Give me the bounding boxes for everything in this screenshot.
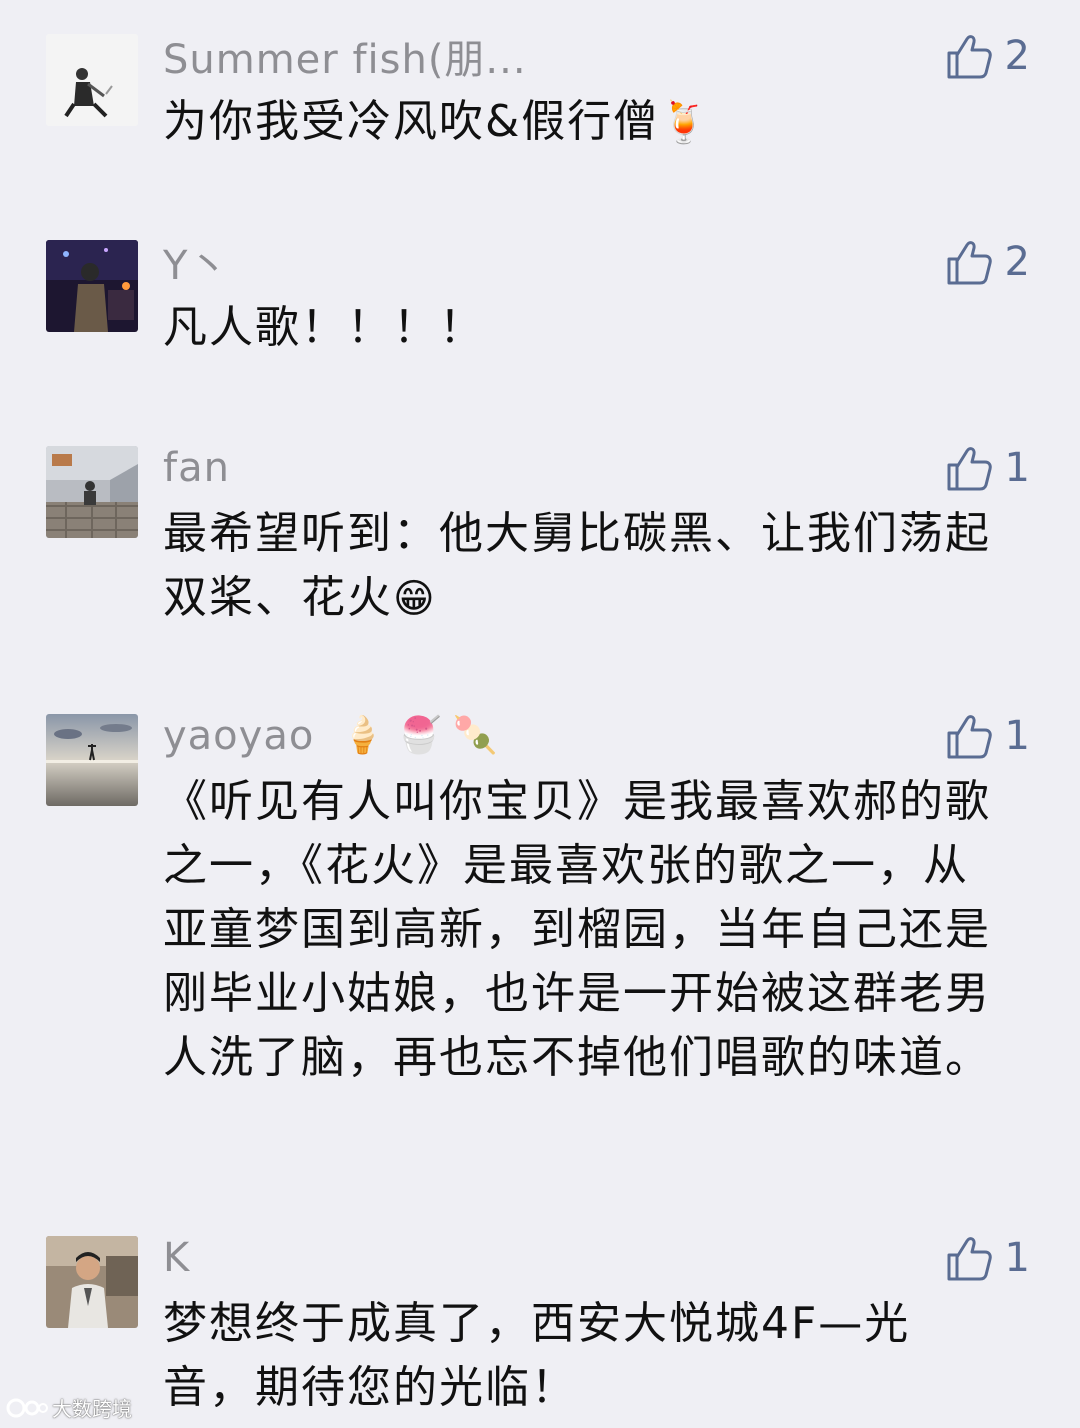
avatar[interactable]: [46, 34, 138, 126]
like-button[interactable]: 1: [943, 708, 1030, 764]
like-count: 2: [1004, 33, 1030, 79]
avatar-image: [46, 240, 138, 332]
watermark: 大数跨境: [6, 1393, 132, 1422]
like-count: 1: [1004, 445, 1030, 491]
thumbs-up-icon: [947, 1237, 992, 1281]
comment-body: 梦想终于成真了，西安大悦城4F—光音，期待您的光临！: [163, 1298, 911, 1413]
avatar-image: [46, 446, 138, 538]
name-row: yaoyao 🍦 🍧 🍡: [163, 713, 498, 759]
comment-text: 最希望听到：他大舅比碳黑、让我们荡起双桨、花火😁: [163, 502, 993, 631]
like-button[interactable]: 2: [943, 28, 1030, 84]
avatar[interactable]: [46, 240, 138, 332]
comment-body: 为你我受冷风吹&假行僧: [163, 96, 660, 147]
like-count: 1: [1004, 713, 1030, 759]
like-button[interactable]: 1: [943, 440, 1030, 496]
comment-body: 《听见有人叫你宝贝》是我最喜欢郝的歌之一，《花火》是最喜欢张的歌之一，从亚童梦国…: [163, 776, 991, 1083]
grin-emoji-icon: 😁: [393, 576, 437, 622]
thumbs-up-icon: [947, 35, 992, 79]
name-row: fan: [163, 445, 230, 491]
avatar[interactable]: [46, 446, 138, 538]
thumbs-up-icon: [947, 447, 992, 491]
username[interactable]: yaoyao: [163, 713, 314, 759]
name-row: Y丶: [163, 240, 229, 289]
avatar[interactable]: [46, 714, 138, 806]
comment-text: 凡人歌！！！！: [163, 296, 993, 360]
comment-text: 为你我受冷风吹&假行僧🍹: [163, 90, 993, 155]
username[interactable]: Y丶: [163, 233, 229, 291]
like-count: 2: [1004, 239, 1030, 285]
comment-body: 凡人歌！！！！: [163, 302, 485, 353]
username[interactable]: K: [163, 1235, 190, 1281]
username[interactable]: fan: [163, 445, 230, 491]
food-emoji-icon: 🍦 🍧 🍡: [340, 715, 498, 756]
drink-emoji-icon: 🍹: [659, 100, 712, 146]
watermark-text: 大数跨境: [52, 1397, 132, 1421]
avatar[interactable]: [46, 1236, 138, 1328]
name-row: Summer fish(朋...: [163, 34, 527, 83]
watermark-logo-icon: [6, 1398, 48, 1417]
comment-text: 《听见有人叫你宝贝》是我最喜欢郝的歌之一，《花火》是最喜欢张的歌之一，从亚童梦国…: [163, 770, 993, 1090]
avatar-image: [46, 1236, 138, 1328]
comments-page: { "comments": [ { "name": "Summer fish(朋…: [0, 0, 1080, 1428]
comment-text: 梦想终于成真了，西安大悦城4F—光音，期待您的光临！: [163, 1292, 993, 1420]
like-button[interactable]: 2: [943, 234, 1030, 290]
thumbs-up-icon: [947, 715, 992, 759]
like-count: 1: [1004, 1235, 1030, 1281]
comment-body: 最希望听到：他大舅比碳黑、让我们荡起双桨、花火: [163, 508, 991, 623]
avatar-image: [46, 714, 138, 806]
avatar-image: [46, 34, 138, 126]
username[interactable]: Summer fish(朋...: [163, 27, 527, 85]
thumbs-up-icon: [947, 241, 992, 285]
name-row: K: [163, 1235, 190, 1281]
like-button[interactable]: 1: [943, 1230, 1030, 1286]
